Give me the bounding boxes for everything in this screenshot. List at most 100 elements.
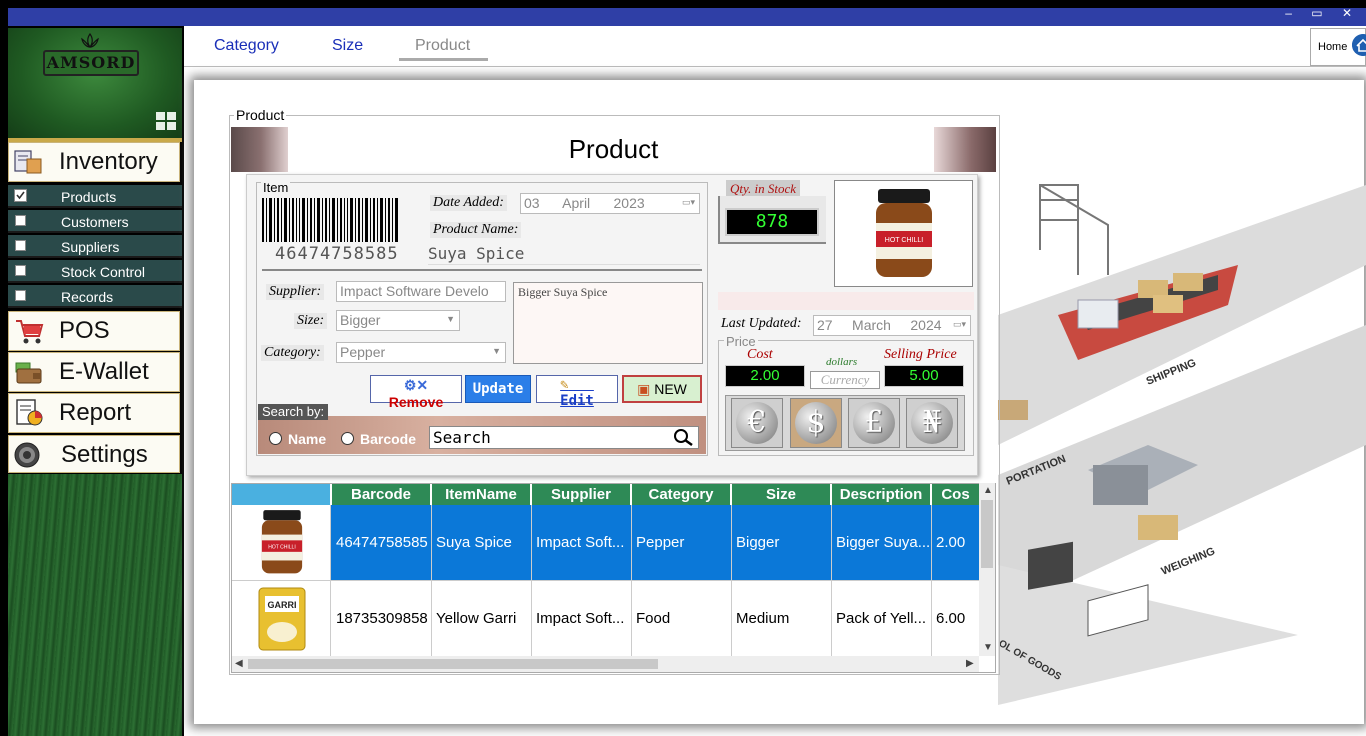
grid-header-barcode[interactable]: Barcode: [332, 484, 432, 505]
update-button[interactable]: Update: [465, 375, 531, 403]
scroll-down-icon[interactable]: ▼: [983, 642, 993, 653]
row-thumbnail: GARRI: [232, 581, 331, 656]
window-controls[interactable]: – ▭ ✕: [1285, 6, 1360, 20]
title-bar: [0, 0, 1366, 26]
scroll-right-icon[interactable]: ▶: [966, 658, 974, 669]
remove-button[interactable]: ⚙✕ Remove: [370, 375, 462, 410]
cell-description: Bigger Suya...: [832, 505, 932, 580]
nav-inventory[interactable]: Inventory: [8, 142, 180, 182]
pound-coin-button[interactable]: £: [848, 398, 900, 448]
inventory-icon: [14, 150, 42, 174]
cell-category: Pepper: [632, 505, 732, 580]
search-by-label: Search by:: [258, 404, 328, 420]
spice-jar-image: HOT CHILLI: [876, 189, 932, 277]
cell-itemname: Suya Spice: [432, 505, 532, 580]
tab-category[interactable]: Category: [214, 37, 279, 55]
tab-product[interactable]: Product: [415, 37, 470, 55]
supplier-label: Supplier:: [266, 284, 325, 300]
size-select[interactable]: Bigger ▼: [336, 310, 460, 331]
tab-size[interactable]: Size: [332, 37, 363, 55]
svg-text:HOT CHILLI: HOT CHILLI: [885, 237, 923, 244]
nav-settings[interactable]: Settings: [8, 435, 180, 473]
nav-sub-customers[interactable]: Customers: [8, 210, 182, 233]
barcode-image: [262, 198, 398, 242]
home-button[interactable]: Home: [1310, 28, 1366, 66]
svg-text:HOT CHILLI: HOT CHILLI: [268, 544, 296, 550]
row-thumbnail: HOT CHILLI: [232, 505, 331, 580]
category-select[interactable]: Pepper ▼: [336, 342, 506, 363]
divider: [262, 269, 702, 271]
bullet-icon: [15, 240, 26, 251]
nav-sub-stock-control[interactable]: Stock Control: [8, 260, 182, 283]
home-icon: [1352, 34, 1366, 56]
last-updated-label: Last Updated:: [721, 316, 802, 331]
grid-header-cost[interactable]: Cos: [932, 484, 979, 505]
checkbox-checked-icon: [14, 189, 27, 202]
grid-header-supplier[interactable]: Supplier: [532, 484, 632, 505]
supplier-select[interactable]: Impact Software Develo: [336, 281, 506, 302]
currency-name-label: dollars: [826, 356, 858, 368]
cell-category: Food: [632, 581, 732, 656]
remove-icon: ⚙✕: [403, 377, 429, 393]
table-row[interactable]: HOT CHILLI 46474758585 Suya Spice Impact…: [232, 505, 979, 580]
new-button[interactable]: ▣ NEW: [622, 375, 702, 403]
product-image[interactable]: HOT CHILLI: [834, 180, 973, 287]
grid-header-description[interactable]: Description: [832, 484, 932, 505]
nav-report[interactable]: Report: [8, 393, 180, 433]
cell-size: Bigger: [732, 505, 832, 580]
euro-coin-icon: €: [736, 402, 778, 444]
selling-price-value[interactable]: 5.00: [884, 365, 964, 387]
last-updated-row: [718, 292, 974, 310]
nav-sub-records[interactable]: Records: [8, 285, 182, 308]
cell-barcode: 18735309858: [332, 581, 432, 656]
scroll-up-icon[interactable]: ▲: [983, 485, 993, 496]
sidebar-texture: [8, 474, 182, 736]
cell-itemname: Yellow Garri: [432, 581, 532, 656]
search-icon[interactable]: [672, 428, 694, 447]
naira-coin-button[interactable]: ₦: [906, 398, 958, 448]
cell-supplier: Impact Soft...: [532, 505, 632, 580]
horizontal-scroll-thumb[interactable]: [248, 659, 658, 669]
search-input[interactable]: Search: [429, 426, 699, 449]
search-barcode-label: Barcode: [360, 431, 417, 447]
cost-value[interactable]: 2.00: [725, 365, 805, 387]
bullet-icon: [15, 265, 26, 276]
calendar-dropdown-icon: ▭▾: [681, 197, 695, 207]
cart-icon: [16, 320, 44, 344]
logistics-illustration: SHIPPING PORTATION WEIGHING OL OF GOODS: [998, 184, 1366, 705]
nav-sub-products[interactable]: Products: [8, 185, 182, 208]
grid-header-itemname[interactable]: ItemName: [432, 484, 532, 505]
nav-ewallet[interactable]: E-Wallet: [8, 352, 180, 392]
chevron-down-icon: ▼: [446, 314, 455, 324]
naira-coin-icon: ₦: [911, 402, 953, 444]
search-barcode-radio[interactable]: [341, 432, 354, 445]
grid-header-image[interactable]: [232, 484, 332, 505]
qty-in-stock-value: 878: [725, 208, 819, 236]
search-name-radio[interactable]: [269, 432, 282, 445]
search-name-label: Name: [288, 431, 327, 447]
edit-button[interactable]: ✎ Edit: [536, 375, 618, 409]
nav-sub-suppliers[interactable]: Suppliers: [8, 235, 182, 258]
nav-pos[interactable]: POS: [8, 311, 180, 351]
calendar-dropdown-icon: ▭▾: [952, 319, 966, 329]
cell-cost: 6.00: [936, 610, 966, 627]
svg-text:GARRI: GARRI: [268, 600, 297, 610]
last-updated-picker[interactable]: 27 March 2024 ▭▾: [813, 315, 971, 336]
scroll-left-icon[interactable]: ◀: [235, 658, 243, 669]
cell-supplier: Impact Soft...: [532, 581, 632, 656]
product-name-field[interactable]: Suya Spice: [428, 244, 700, 265]
cell-barcode: 46474758585: [332, 505, 432, 580]
cell-cost: 2.00: [936, 534, 966, 551]
dollar-coin-button[interactable]: $: [790, 398, 842, 448]
description-field[interactable]: Bigger Suya Spice: [513, 282, 703, 364]
svg-text:WEIGHING: WEIGHING: [1160, 545, 1217, 577]
grid-header-category[interactable]: Category: [632, 484, 732, 505]
table-row[interactable]: GARRI 18735309858 Yellow Garri Impact So…: [232, 580, 979, 656]
date-added-picker[interactable]: 03 April 2023 ▭▾: [520, 193, 700, 214]
grid-header-size[interactable]: Size: [732, 484, 832, 505]
euro-coin-button[interactable]: €: [731, 398, 783, 448]
currency-field[interactable]: Currency: [810, 371, 880, 389]
grid-icon[interactable]: [156, 112, 176, 130]
vertical-scroll-thumb[interactable]: [981, 500, 993, 568]
size-label: Size:: [294, 313, 328, 329]
